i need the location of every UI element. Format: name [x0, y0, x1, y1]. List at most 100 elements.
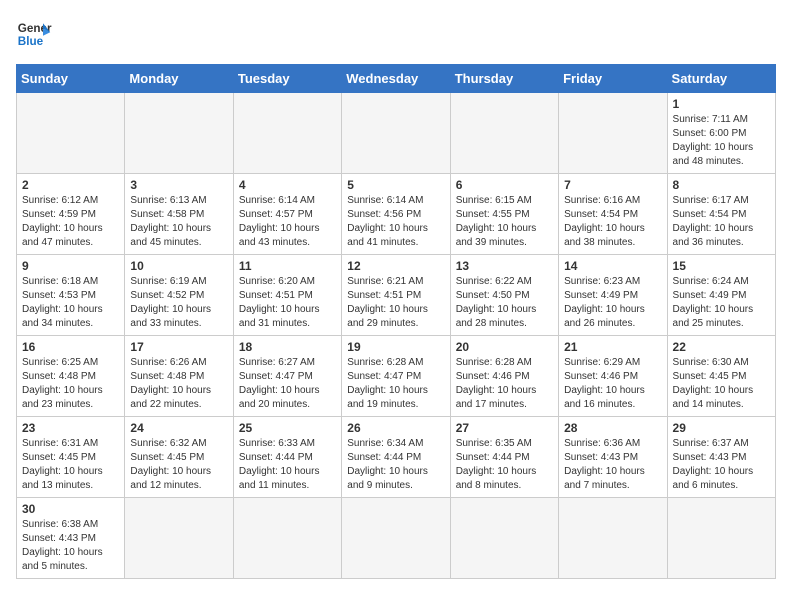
weekday-header-monday: Monday — [125, 65, 233, 93]
day-info: Sunrise: 6:14 AM Sunset: 4:57 PM Dayligh… — [239, 194, 336, 250]
calendar-cell: 7 Sunrise: 6:16 AM Sunset: 4:54 PM Daylig… — [559, 174, 667, 255]
day-info: Sunrise: 6:37 AM Sunset: 4:43 PM Dayligh… — [673, 437, 770, 493]
calendar-cell: 15 Sunrise: 6:24 AM Sunset: 4:49 PM Dayli… — [667, 255, 775, 336]
day-number: 26 — [347, 421, 444, 435]
calendar-cell: 14 Sunrise: 6:23 AM Sunset: 4:49 PM Dayli… — [559, 255, 667, 336]
week-row-2: 9 Sunrise: 6:18 AM Sunset: 4:53 PM Daylig… — [17, 255, 776, 336]
weekday-header-sunday: Sunday — [17, 65, 125, 93]
day-number: 29 — [673, 421, 770, 435]
day-info: Sunrise: 6:29 AM Sunset: 4:46 PM Dayligh… — [564, 356, 661, 412]
week-row-0: 1Sunrise: 7:11 AM Sunset: 6:00 PM Daylig… — [17, 93, 776, 174]
day-number: 18 — [239, 340, 336, 354]
day-number: 24 — [130, 421, 227, 435]
calendar-cell: 5 Sunrise: 6:14 AM Sunset: 4:56 PM Daylig… — [342, 174, 450, 255]
header: General Blue — [16, 16, 776, 52]
calendar-cell — [559, 93, 667, 174]
day-info: Sunrise: 6:31 AM Sunset: 4:45 PM Dayligh… — [22, 437, 119, 493]
day-number: 1 — [673, 97, 770, 111]
day-info: Sunrise: 6:14 AM Sunset: 4:56 PM Dayligh… — [347, 194, 444, 250]
day-number: 6 — [456, 178, 553, 192]
day-info: Sunrise: 6:18 AM Sunset: 4:53 PM Dayligh… — [22, 275, 119, 331]
day-info: Sunrise: 6:28 AM Sunset: 4:47 PM Dayligh… — [347, 356, 444, 412]
day-number: 10 — [130, 259, 227, 273]
calendar-cell: 27 Sunrise: 6:35 AM Sunset: 4:44 PM Dayli… — [450, 417, 558, 498]
day-info: Sunrise: 6:25 AM Sunset: 4:48 PM Dayligh… — [22, 356, 119, 412]
calendar-cell — [667, 498, 775, 579]
day-number: 11 — [239, 259, 336, 273]
logo-icon: General Blue — [16, 16, 52, 52]
week-row-3: 16 Sunrise: 6:25 AM Sunset: 4:48 PM Dayli… — [17, 336, 776, 417]
day-number: 2 — [22, 178, 119, 192]
calendar-cell: 8 Sunrise: 6:17 AM Sunset: 4:54 PM Daylig… — [667, 174, 775, 255]
calendar-cell: 6Sunrise: 6:15 AM Sunset: 4:55 PM Daylig… — [450, 174, 558, 255]
day-number: 7 — [564, 178, 661, 192]
day-info: Sunrise: 6:21 AM Sunset: 4:51 PM Dayligh… — [347, 275, 444, 331]
calendar-cell — [125, 498, 233, 579]
day-number: 12 — [347, 259, 444, 273]
calendar-cell — [450, 498, 558, 579]
calendar-cell — [342, 93, 450, 174]
day-info: Sunrise: 6:32 AM Sunset: 4:45 PM Dayligh… — [130, 437, 227, 493]
day-number: 8 — [673, 178, 770, 192]
day-info: Sunrise: 6:20 AM Sunset: 4:51 PM Dayligh… — [239, 275, 336, 331]
calendar-cell: 21 Sunrise: 6:29 AM Sunset: 4:46 PM Dayli… — [559, 336, 667, 417]
day-info: Sunrise: 6:17 AM Sunset: 4:54 PM Dayligh… — [673, 194, 770, 250]
day-number: 15 — [673, 259, 770, 273]
day-number: 13 — [456, 259, 553, 273]
day-number: 9 — [22, 259, 119, 273]
calendar-cell: 11 Sunrise: 6:20 AM Sunset: 4:51 PM Dayli… — [233, 255, 341, 336]
day-number: 21 — [564, 340, 661, 354]
day-number: 23 — [22, 421, 119, 435]
calendar-cell: 19Sunrise: 6:28 AM Sunset: 4:47 PM Dayli… — [342, 336, 450, 417]
calendar-cell — [342, 498, 450, 579]
day-info: Sunrise: 6:22 AM Sunset: 4:50 PM Dayligh… — [456, 275, 553, 331]
day-info: Sunrise: 6:24 AM Sunset: 4:49 PM Dayligh… — [673, 275, 770, 331]
day-info: Sunrise: 6:36 AM Sunset: 4:43 PM Dayligh… — [564, 437, 661, 493]
day-number: 27 — [456, 421, 553, 435]
calendar-cell: 28 Sunrise: 6:36 AM Sunset: 4:43 PM Dayli… — [559, 417, 667, 498]
calendar-cell: 20Sunrise: 6:28 AM Sunset: 4:46 PM Dayli… — [450, 336, 558, 417]
day-number: 16 — [22, 340, 119, 354]
weekday-header-friday: Friday — [559, 65, 667, 93]
calendar-cell — [450, 93, 558, 174]
day-info: Sunrise: 6:13 AM Sunset: 4:58 PM Dayligh… — [130, 194, 227, 250]
day-info: Sunrise: 6:33 AM Sunset: 4:44 PM Dayligh… — [239, 437, 336, 493]
calendar-cell: 16 Sunrise: 6:25 AM Sunset: 4:48 PM Dayli… — [17, 336, 125, 417]
calendar-cell — [559, 498, 667, 579]
calendar-cell: 4 Sunrise: 6:14 AM Sunset: 4:57 PM Daylig… — [233, 174, 341, 255]
day-number: 14 — [564, 259, 661, 273]
calendar-cell: 18 Sunrise: 6:27 AM Sunset: 4:47 PM Dayli… — [233, 336, 341, 417]
calendar-cell — [17, 93, 125, 174]
weekday-header-tuesday: Tuesday — [233, 65, 341, 93]
calendar-cell: 26Sunrise: 6:34 AM Sunset: 4:44 PM Dayli… — [342, 417, 450, 498]
calendar-cell: 22Sunrise: 6:30 AM Sunset: 4:45 PM Dayli… — [667, 336, 775, 417]
day-info: Sunrise: 6:35 AM Sunset: 4:44 PM Dayligh… — [456, 437, 553, 493]
weekday-header-thursday: Thursday — [450, 65, 558, 93]
week-row-5: 30Sunrise: 6:38 AM Sunset: 4:43 PM Dayli… — [17, 498, 776, 579]
day-info: Sunrise: 6:27 AM Sunset: 4:47 PM Dayligh… — [239, 356, 336, 412]
weekday-header-saturday: Saturday — [667, 65, 775, 93]
day-number: 30 — [22, 502, 119, 516]
calendar-cell: 23 Sunrise: 6:31 AM Sunset: 4:45 PM Dayli… — [17, 417, 125, 498]
day-number: 28 — [564, 421, 661, 435]
calendar-cell: 9 Sunrise: 6:18 AM Sunset: 4:53 PM Daylig… — [17, 255, 125, 336]
calendar-cell: 10Sunrise: 6:19 AM Sunset: 4:52 PM Dayli… — [125, 255, 233, 336]
calendar-cell: 12 Sunrise: 6:21 AM Sunset: 4:51 PM Dayli… — [342, 255, 450, 336]
calendar-cell: 30Sunrise: 6:38 AM Sunset: 4:43 PM Dayli… — [17, 498, 125, 579]
day-number: 25 — [239, 421, 336, 435]
day-info: Sunrise: 6:23 AM Sunset: 4:49 PM Dayligh… — [564, 275, 661, 331]
calendar-cell: 29 Sunrise: 6:37 AM Sunset: 4:43 PM Dayli… — [667, 417, 775, 498]
calendar-cell: 24 Sunrise: 6:32 AM Sunset: 4:45 PM Dayli… — [125, 417, 233, 498]
day-number: 4 — [239, 178, 336, 192]
calendar-cell — [125, 93, 233, 174]
calendar-cell: 3Sunrise: 6:13 AM Sunset: 4:58 PM Daylig… — [125, 174, 233, 255]
day-number: 5 — [347, 178, 444, 192]
day-number: 20 — [456, 340, 553, 354]
calendar-cell: 17Sunrise: 6:26 AM Sunset: 4:48 PM Dayli… — [125, 336, 233, 417]
weekday-header-wednesday: Wednesday — [342, 65, 450, 93]
calendar-cell: 2 Sunrise: 6:12 AM Sunset: 4:59 PM Daylig… — [17, 174, 125, 255]
weekday-header-row: SundayMondayTuesdayWednesdayThursdayFrid… — [17, 65, 776, 93]
day-info: Sunrise: 6:12 AM Sunset: 4:59 PM Dayligh… — [22, 194, 119, 250]
day-info: Sunrise: 6:16 AM Sunset: 4:54 PM Dayligh… — [564, 194, 661, 250]
svg-text:Blue: Blue — [18, 35, 44, 48]
